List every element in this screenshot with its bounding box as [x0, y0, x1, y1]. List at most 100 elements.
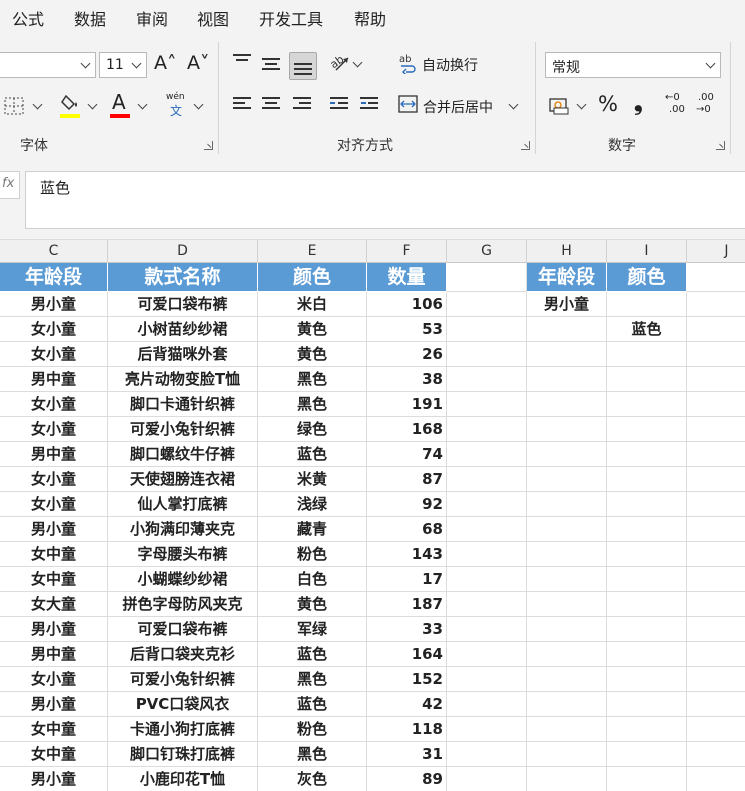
table-cell-age-group[interactable]: 女大童: [0, 592, 108, 617]
empty-cell[interactable]: [607, 767, 687, 791]
empty-cell[interactable]: [607, 367, 687, 392]
table-cell-style-name[interactable]: 亮片动物变脸T恤: [108, 367, 258, 392]
empty-cell[interactable]: [527, 417, 607, 442]
table-cell-style-name[interactable]: 脚口螺纹牛仔裤: [108, 442, 258, 467]
table-cell-color[interactable]: 蓝色: [258, 642, 367, 667]
empty-cell[interactable]: [687, 767, 745, 791]
empty-cell[interactable]: [447, 392, 527, 417]
table-cell-color[interactable]: 黄色: [258, 317, 367, 342]
empty-cell[interactable]: [607, 567, 687, 592]
table-cell-age-group[interactable]: 男小童: [0, 292, 108, 317]
empty-cell[interactable]: [687, 717, 745, 742]
fill-color-button[interactable]: [58, 92, 102, 120]
empty-cell[interactable]: [447, 592, 527, 617]
empty-cell[interactable]: [607, 292, 687, 317]
column-header-h[interactable]: H: [527, 240, 607, 263]
table-cell-style-name[interactable]: 小鹿印花T恤: [108, 767, 258, 791]
table-cell-quantity[interactable]: 168: [367, 417, 447, 442]
table-cell-color[interactable]: 白色: [258, 567, 367, 592]
empty-cell[interactable]: [607, 342, 687, 367]
empty-cell[interactable]: [687, 367, 745, 392]
empty-cell[interactable]: [687, 417, 745, 442]
table-cell-color[interactable]: 浅绿: [258, 492, 367, 517]
table-cell-quantity[interactable]: 89: [367, 767, 447, 791]
empty-cell[interactable]: [527, 642, 607, 667]
empty-cell[interactable]: [447, 567, 527, 592]
empty-cell[interactable]: [447, 617, 527, 642]
table-cell-quantity[interactable]: 17: [367, 567, 447, 592]
empty-cell[interactable]: [527, 317, 607, 342]
menu-data[interactable]: 数据: [74, 6, 106, 30]
formula-input[interactable]: 蓝色: [25, 171, 745, 229]
empty-cell[interactable]: [607, 717, 687, 742]
comma-style-button[interactable]: ❟: [634, 91, 643, 116]
increase-indent-icon[interactable]: [360, 97, 378, 111]
menu-developer[interactable]: 开发工具: [259, 6, 323, 30]
insert-function-button[interactable]: fx: [0, 171, 20, 199]
table-cell-age-group[interactable]: 女中童: [0, 742, 108, 767]
empty-cell[interactable]: [527, 342, 607, 367]
empty-cell[interactable]: [447, 292, 527, 317]
table-cell-quantity[interactable]: 68: [367, 517, 447, 542]
table-cell-style-name[interactable]: 天使翅膀连衣裙: [108, 467, 258, 492]
empty-cell[interactable]: [607, 592, 687, 617]
table-cell-color[interactable]: 军绿: [258, 617, 367, 642]
table-cell-color[interactable]: 灰色: [258, 767, 367, 791]
table-cell-style-name[interactable]: 后背口袋夹克衫: [108, 642, 258, 667]
table-cell-color[interactable]: 蓝色: [258, 692, 367, 717]
empty-cell[interactable]: [527, 692, 607, 717]
table-cell-style-name[interactable]: 可爱小兔针织裤: [108, 667, 258, 692]
table-cell-age-group[interactable]: 女中童: [0, 717, 108, 742]
empty-cell[interactable]: [447, 692, 527, 717]
table-cell-quantity[interactable]: 106: [367, 292, 447, 317]
table-cell-quantity[interactable]: 92: [367, 492, 447, 517]
table-cell-age-group[interactable]: 女小童: [0, 492, 108, 517]
percent-style-button[interactable]: %: [598, 92, 618, 116]
empty-cell[interactable]: [607, 692, 687, 717]
table-cell-quantity[interactable]: 42: [367, 692, 447, 717]
align-top-icon[interactable]: [233, 54, 251, 68]
table-cell-age-group[interactable]: 女中童: [0, 542, 108, 567]
table-cell-style-name[interactable]: 脚口钉珠打底裤: [108, 742, 258, 767]
table-cell-style-name[interactable]: 小蝴蝶纱纱裙: [108, 567, 258, 592]
table-cell-age-group[interactable]: 男小童: [0, 617, 108, 642]
align-right-icon[interactable]: [293, 97, 311, 111]
table-cell-color[interactable]: 黑色: [258, 667, 367, 692]
table-cell-style-name[interactable]: PVC口袋风衣: [108, 692, 258, 717]
empty-cell[interactable]: [607, 442, 687, 467]
table-cell-style-name[interactable]: 卡通小狗打底裤: [108, 717, 258, 742]
empty-cell[interactable]: [447, 442, 527, 467]
table-cell-color[interactable]: 米黄: [258, 467, 367, 492]
empty-cell[interactable]: [447, 492, 527, 517]
table-cell-quantity[interactable]: 118: [367, 717, 447, 742]
table-header-color[interactable]: 颜色: [258, 263, 367, 292]
empty-cell[interactable]: [527, 542, 607, 567]
empty-cell[interactable]: [607, 742, 687, 767]
empty-cell[interactable]: [527, 767, 607, 791]
font-dialog-launcher-icon[interactable]: [204, 141, 213, 150]
empty-cell[interactable]: [607, 542, 687, 567]
table-cell-age-group[interactable]: 男中童: [0, 367, 108, 392]
table-header-style-name[interactable]: 款式名称: [108, 263, 258, 292]
menu-view[interactable]: 视图: [197, 6, 229, 30]
table-cell-color[interactable]: 黄色: [258, 592, 367, 617]
table-cell-style-name[interactable]: 可爱口袋布裤: [108, 617, 258, 642]
column-header-c[interactable]: C: [0, 240, 108, 263]
empty-cell[interactable]: [687, 617, 745, 642]
decrease-indent-icon[interactable]: [330, 97, 348, 111]
empty-cell[interactable]: [687, 542, 745, 567]
empty-cell[interactable]: [447, 542, 527, 567]
table-cell-style-name[interactable]: 小树苗纱纱裙: [108, 317, 258, 342]
table-header-quantity[interactable]: 数量: [367, 263, 447, 292]
table-cell-style-name[interactable]: 可爱小兔针织裤: [108, 417, 258, 442]
empty-cell[interactable]: [607, 617, 687, 642]
table-cell-color[interactable]: 粉色: [258, 542, 367, 567]
column-header-i[interactable]: I: [607, 240, 687, 263]
empty-cell[interactable]: [687, 592, 745, 617]
table-cell-quantity[interactable]: 38: [367, 367, 447, 392]
empty-cell[interactable]: [687, 492, 745, 517]
empty-cell[interactable]: [607, 467, 687, 492]
empty-cell[interactable]: [447, 642, 527, 667]
table-cell-quantity[interactable]: 26: [367, 342, 447, 367]
table-cell-age-group[interactable]: 男中童: [0, 642, 108, 667]
